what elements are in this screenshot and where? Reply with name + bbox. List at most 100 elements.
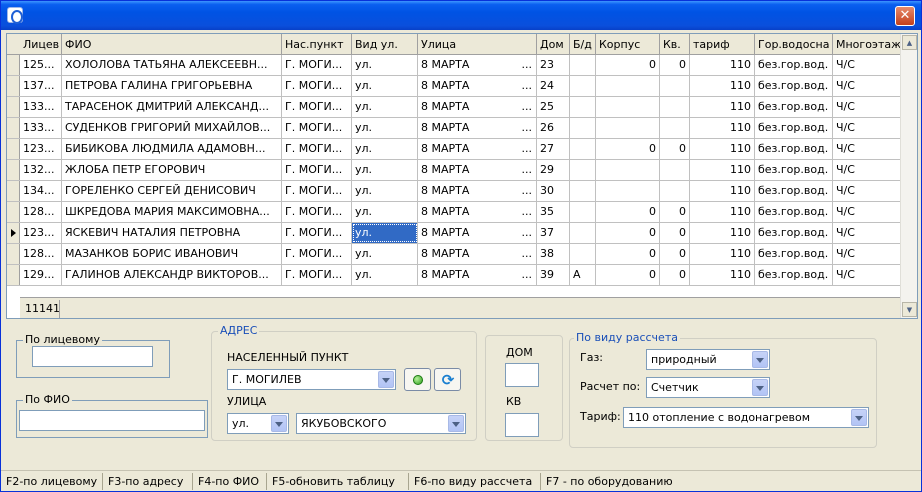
column-header[interactable]: ФИО <box>62 34 282 55</box>
table-cell[interactable]: ул. <box>352 118 418 138</box>
tariff-select[interactable]: 110 отопление с водонагревом <box>623 407 869 428</box>
table-cell[interactable]: Г. МОГИ... <box>282 97 352 117</box>
table-cell[interactable]: 8 МАРТА... <box>418 265 537 285</box>
table-cell[interactable]: 23 <box>537 55 570 75</box>
table-cell[interactable] <box>570 223 596 243</box>
table-cell[interactable]: 35 <box>537 202 570 222</box>
table-cell[interactable] <box>660 76 690 96</box>
table-cell[interactable]: ЖЛОБА ПЕТР ЕГОРОВИЧ <box>62 160 282 180</box>
table-cell[interactable]: 0 <box>660 244 690 264</box>
chevron-down-icon[interactable] <box>752 379 768 396</box>
table-cell[interactable]: без.гор.вод. <box>755 223 833 243</box>
name-input[interactable] <box>19 410 205 431</box>
table-cell[interactable]: 8 МАРТА... <box>418 181 537 201</box>
table-cell[interactable]: 134... <box>20 181 62 201</box>
table-cell[interactable]: 37 <box>537 223 570 243</box>
table-cell[interactable]: 0 <box>660 55 690 75</box>
table-row[interactable]: 123... ЯСКЕВИЧ НАТАЛИЯ ПЕТРОВНА Г. МОГИ...… <box>7 223 903 244</box>
table-cell[interactable]: 0 <box>660 202 690 222</box>
column-header[interactable]: Корпус <box>596 34 660 55</box>
table-cell[interactable]: ТАРАСЕНОК ДМИТРИЙ АЛЕКСАНД... <box>62 97 282 117</box>
table-cell[interactable]: 0 <box>596 265 660 285</box>
table-cell[interactable]: Г. МОГИ... <box>282 76 352 96</box>
table-cell[interactable]: 0 <box>660 139 690 159</box>
table-cell[interactable] <box>570 139 596 159</box>
table-cell[interactable]: Г. МОГИ... <box>282 265 352 285</box>
ellipsis-button[interactable]: ... <box>522 139 533 159</box>
table-row[interactable]: 133... ТАРАСЕНОК ДМИТРИЙ АЛЕКСАНД... Г. МО… <box>7 97 903 118</box>
table-cell[interactable]: Ч/С <box>833 181 903 201</box>
chevron-down-icon[interactable] <box>752 351 768 368</box>
street-type-select[interactable]: ул. <box>227 413 289 434</box>
ellipsis-button[interactable]: ... <box>522 76 533 96</box>
table-cell[interactable]: 8 МАРТА... <box>418 118 537 138</box>
table-cell[interactable]: 110 <box>690 202 755 222</box>
table-cell[interactable]: 110 <box>690 97 755 117</box>
chevron-down-icon[interactable] <box>378 371 394 388</box>
account-input[interactable] <box>32 346 153 367</box>
table-cell[interactable]: 110 <box>690 244 755 264</box>
ellipsis-button[interactable]: ... <box>522 244 533 264</box>
table-cell[interactable]: Г. МОГИ... <box>282 160 352 180</box>
table-cell[interactable]: 0 <box>660 223 690 243</box>
table-cell[interactable]: 8 МАРТА... <box>418 76 537 96</box>
table-row[interactable]: 128... ШКРЕДОВА МАРИЯ МАКСИМОВНА... Г. МОГ… <box>7 202 903 223</box>
gas-select[interactable]: природный <box>646 349 770 370</box>
table-cell[interactable]: 0 <box>596 223 660 243</box>
table-cell[interactable] <box>570 160 596 180</box>
table-cell[interactable] <box>596 76 660 96</box>
column-header[interactable]: Б/д <box>570 34 596 55</box>
table-row[interactable]: 125... ХОЛОЛОВА ТАТЬЯНА АЛЕКСЕЕВН... Г. МО… <box>7 55 903 76</box>
table-cell[interactable]: Ч/С <box>833 223 903 243</box>
table-cell[interactable]: 0 <box>596 202 660 222</box>
chevron-down-icon[interactable] <box>448 415 464 432</box>
column-header[interactable]: Кв. <box>660 34 690 55</box>
table-cell[interactable]: 30 <box>537 181 570 201</box>
column-header[interactable]: Улица <box>418 34 537 55</box>
table-cell[interactable]: ЯСКЕВИЧ НАТАЛИЯ ПЕТРОВНА <box>62 223 282 243</box>
table-cell[interactable]: ул. <box>352 202 418 222</box>
table-cell[interactable]: ул. <box>352 265 418 285</box>
table-cell[interactable] <box>660 160 690 180</box>
table-cell[interactable]: без.гор.вод. <box>755 244 833 264</box>
table-cell[interactable] <box>596 118 660 138</box>
table-cell[interactable]: без.гор.вод. <box>755 265 833 285</box>
column-header[interactable]: Многоэтаж <box>833 34 903 55</box>
table-cell[interactable]: без.гор.вод. <box>755 76 833 96</box>
table-row[interactable]: 134... ГОРЕЛЕНКО СЕРГЕЙ ДЕНИСОВИЧ Г. МОГИ.… <box>7 181 903 202</box>
table-cell[interactable]: 110 <box>690 223 755 243</box>
table-cell[interactable]: СУДЕНКОВ ГРИГОРИЙ МИХАЙЛОВ... <box>62 118 282 138</box>
table-cell[interactable] <box>660 97 690 117</box>
ellipsis-button[interactable]: ... <box>522 118 533 138</box>
table-cell[interactable] <box>570 181 596 201</box>
table-cell[interactable]: БИБИКОВА ЛЮДМИЛА АДАМОВН... <box>62 139 282 159</box>
ellipsis-button[interactable]: ... <box>522 55 533 75</box>
table-cell[interactable]: 110 <box>690 118 755 138</box>
table-cell[interactable]: 39 <box>537 265 570 285</box>
table-row[interactable]: 137... ПЕТРОВА ГАЛИНА ГРИГОРЬЕВНА Г. МОГИ.… <box>7 76 903 97</box>
table-cell[interactable]: 8 МАРТА... <box>418 223 537 243</box>
table-cell[interactable]: ул. <box>352 244 418 264</box>
table-cell[interactable]: Ч/С <box>833 139 903 159</box>
table-cell[interactable]: Г. МОГИ... <box>282 223 352 243</box>
table-cell[interactable]: 8 МАРТА... <box>418 160 537 180</box>
table-cell[interactable]: ГОРЕЛЕНКО СЕРГЕЙ ДЕНИСОВИЧ <box>62 181 282 201</box>
settlement-select[interactable]: Г. МОГИЛЕВ <box>227 369 396 390</box>
table-cell[interactable]: Г. МОГИ... <box>282 202 352 222</box>
table-cell[interactable]: Ч/С <box>833 265 903 285</box>
table-cell[interactable]: Ч/С <box>833 97 903 117</box>
table-row[interactable]: 123... БИБИКОВА ЛЮДМИЛА АДАМОВН... Г. МОГИ… <box>7 139 903 160</box>
table-cell[interactable]: Г. МОГИ... <box>282 139 352 159</box>
table-cell[interactable]: 27 <box>537 139 570 159</box>
table-cell[interactable] <box>570 97 596 117</box>
table-cell[interactable]: Ч/С <box>833 76 903 96</box>
table-row[interactable]: 133... СУДЕНКОВ ГРИГОРИЙ МИХАЙЛОВ... Г. МО… <box>7 118 903 139</box>
table-cell[interactable]: ул. <box>352 55 418 75</box>
table-cell[interactable] <box>570 55 596 75</box>
table-cell[interactable]: без.гор.вод. <box>755 160 833 180</box>
table-cell[interactable]: 38 <box>537 244 570 264</box>
table-cell[interactable]: 110 <box>690 76 755 96</box>
vertical-scrollbar[interactable]: ▲ ▼ <box>900 34 917 318</box>
table-cell[interactable]: 123... <box>20 139 62 159</box>
table-cell[interactable]: 125... <box>20 55 62 75</box>
